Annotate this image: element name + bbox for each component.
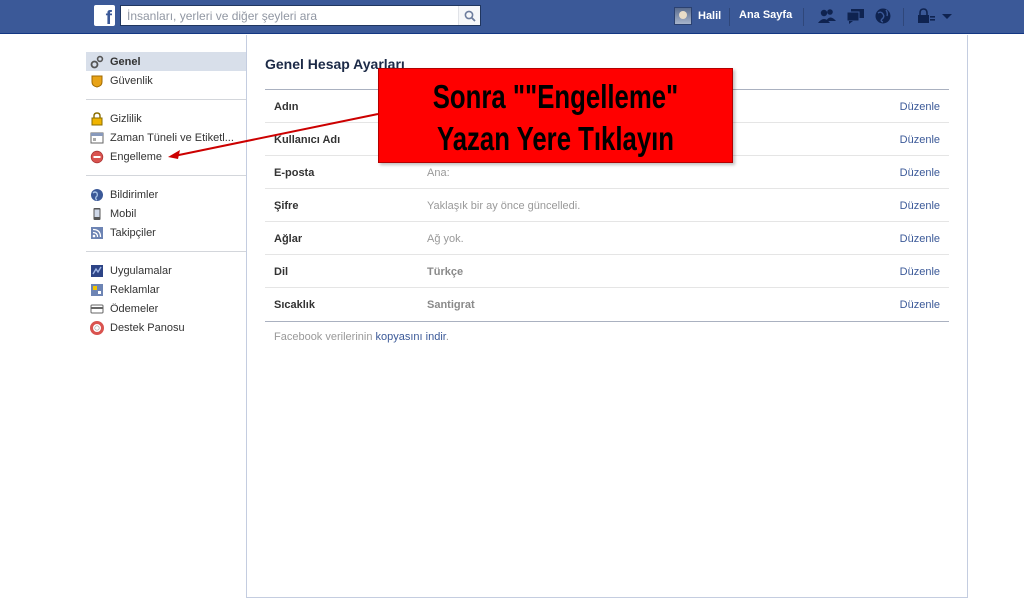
timeline-icon (90, 131, 104, 145)
callout-line-1: Sonra ""Engelleme" (432, 78, 679, 115)
table-row[interactable]: Sıcaklık Santigrat Düzenle (265, 288, 949, 321)
row-value: Yaklaşık bir ay önce güncelledi. (427, 200, 581, 212)
sidebar-item-label: Takipçiler (110, 226, 156, 239)
row-value: Türkçe (427, 266, 464, 278)
search-button[interactable] (458, 6, 480, 25)
sidebar-item-label: Uygulamalar (110, 264, 172, 277)
home-link[interactable]: Ana Sayfa (739, 9, 792, 21)
edit-link[interactable]: Düzenle (900, 299, 940, 311)
friend-requests-icon[interactable] (817, 7, 837, 25)
search-box (120, 5, 481, 26)
row-label: E-posta (274, 167, 315, 179)
sidebar-item-mobile[interactable]: Mobil (86, 204, 246, 223)
sidebar-item-payments[interactable]: Ödemeler (86, 299, 246, 318)
sidebar-item-label: Genel (110, 55, 141, 68)
mobile-icon (90, 207, 104, 221)
footer-prefix: Facebook verilerinin (274, 331, 376, 343)
sidebar-item-security[interactable]: Güvenlik (86, 71, 246, 90)
row-value: Santigrat (427, 299, 475, 311)
facebook-logo-letter: f (105, 8, 112, 29)
block-icon (90, 150, 104, 164)
table-row[interactable]: Ağlar Ağ yok. Düzenle (265, 222, 949, 255)
sidebar-item-followers[interactable]: Takipçiler (86, 223, 246, 242)
nav-group: Genel Güvenlik (86, 52, 246, 100)
row-label: Ağlar (274, 233, 303, 245)
table-row[interactable]: Dil Türkçe Düzenle (265, 255, 949, 288)
divider (729, 8, 730, 26)
sidebar-item-ads[interactable]: Reklamlar (86, 280, 246, 299)
row-label: Dil (274, 266, 289, 278)
nav-group: Uygulamalar Reklamlar Ödemeler Destek Pa… (86, 261, 246, 346)
edit-link[interactable]: Düzenle (900, 167, 940, 179)
sidebar-item-label: Bildirimler (110, 188, 159, 201)
profile-link[interactable]: Halil (674, 6, 721, 26)
top-bar: f Halil Ana Sayfa (0, 0, 1024, 34)
user-name: Halil (698, 10, 722, 22)
search-icon (464, 10, 476, 22)
apps-icon (90, 264, 104, 278)
ads-icon (90, 283, 104, 297)
instruction-callout: Sonra ""Engelleme" Yazan Yere Tıklayın (378, 68, 733, 163)
lock-icon (90, 111, 104, 126)
row-label: Sıcaklık (274, 299, 315, 311)
notifications-icon[interactable] (874, 7, 894, 25)
menu-chevron-icon[interactable] (940, 7, 960, 25)
annotation-arrow (168, 113, 379, 159)
rss-icon (90, 226, 104, 240)
nav-group: Bildirimler Mobil Takipçiler (86, 185, 246, 252)
callout-line-2: Yazan Yere Tıklayın (436, 120, 675, 157)
lifebuoy-icon (90, 320, 104, 335)
row-value: Ana: (427, 167, 450, 179)
row-label: Şifre (274, 200, 299, 212)
sidebar-item-label: Güvenlik (110, 74, 153, 87)
divider (803, 8, 804, 26)
sidebar-item-support-dashboard[interactable]: Destek Panosu (86, 318, 246, 337)
globe-icon (90, 188, 104, 202)
messages-icon[interactable] (846, 7, 866, 25)
search-input[interactable] (121, 6, 459, 25)
sidebar-item-notifications[interactable]: Bildirimler (86, 185, 246, 204)
sidebar-item-label: Destek Panosu (110, 321, 185, 334)
download-copy-link[interactable]: kopyasını indir (376, 331, 446, 343)
sidebar-item-apps[interactable]: Uygulamalar (86, 261, 246, 280)
sidebar-item-label: Engelleme (110, 150, 162, 163)
row-value: Ağ yok. (427, 233, 464, 245)
table-row[interactable]: Şifre Yaklaşık bir ay önce güncelledi. D… (265, 189, 949, 222)
facebook-logo[interactable]: f (94, 5, 115, 29)
sidebar-item-label: Ödemeler (110, 302, 159, 315)
edit-link[interactable]: Düzenle (900, 266, 940, 278)
payments-icon (90, 302, 104, 316)
edit-link[interactable]: Düzenle (900, 233, 940, 245)
lock-icon[interactable] (917, 7, 937, 25)
sidebar-item-label: Reklamlar (110, 283, 160, 296)
edit-link[interactable]: Düzenle (900, 134, 940, 146)
sidebar-item-label: Gizlilik (110, 112, 142, 125)
edit-link[interactable]: Düzenle (900, 101, 940, 113)
sidebar-item-general[interactable]: Genel (86, 52, 246, 71)
download-data-note: Facebook verilerinin kopyasını indir. (274, 331, 449, 343)
gear-icon (90, 55, 104, 69)
sidebar-item-label: Mobil (110, 207, 137, 220)
avatar (674, 7, 692, 25)
footer-suffix: . (445, 331, 449, 343)
edit-link[interactable]: Düzenle (900, 200, 940, 212)
settings-sidebar: Genel Güvenlik Gizlilik Zaman Tüneli ve … (86, 52, 246, 355)
divider (903, 8, 904, 26)
shield-icon (90, 74, 104, 88)
